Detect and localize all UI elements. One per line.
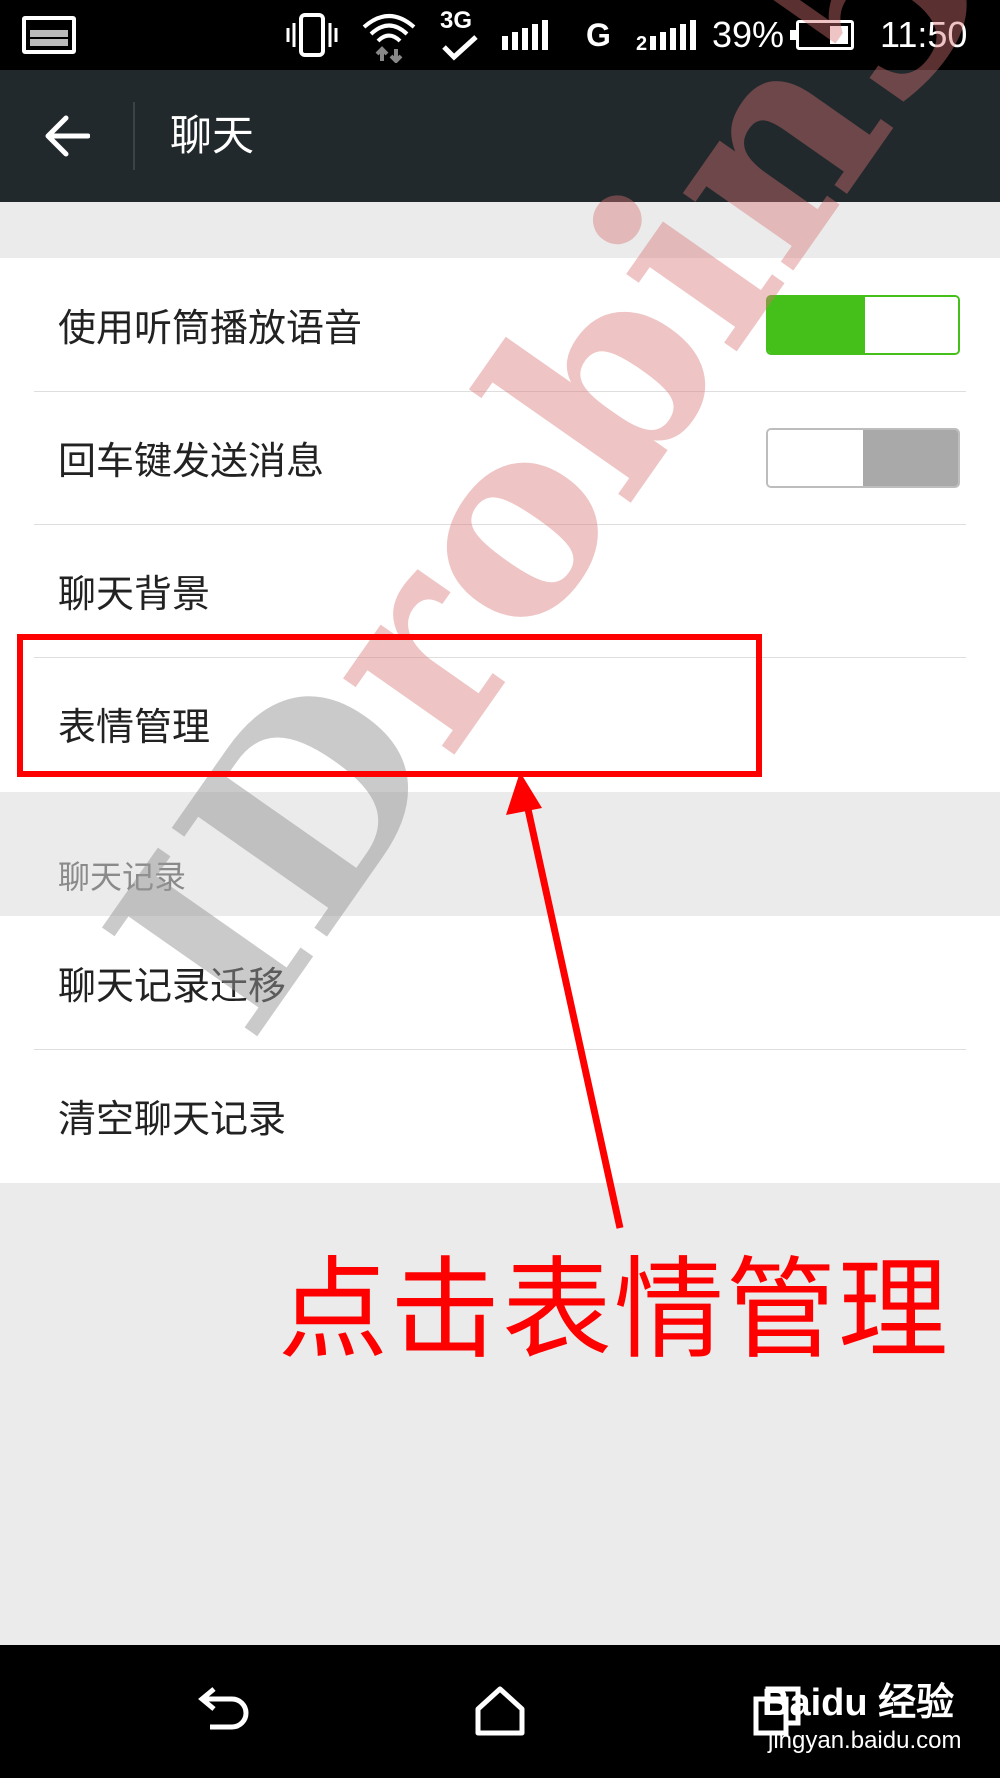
- annotation-arrow: [506, 772, 624, 1229]
- home-icon: [475, 1686, 525, 1736]
- baidu-jingyan-logo: Baidu 经验 jingyan.baidu.com: [762, 1659, 992, 1769]
- baidu-url: jingyan.baidu.com: [768, 1727, 962, 1754]
- baidu-brand: Baidu 经验: [762, 1682, 955, 1724]
- nav-back-button[interactable]: [188, 1675, 260, 1747]
- nav-bar: Baidu 经验 jingyan.baidu.com: [0, 1645, 1000, 1778]
- annotation-text: 点击表情管理: [278, 1246, 950, 1374]
- nav-home-button[interactable]: [464, 1675, 536, 1747]
- back-icon: [198, 1687, 249, 1730]
